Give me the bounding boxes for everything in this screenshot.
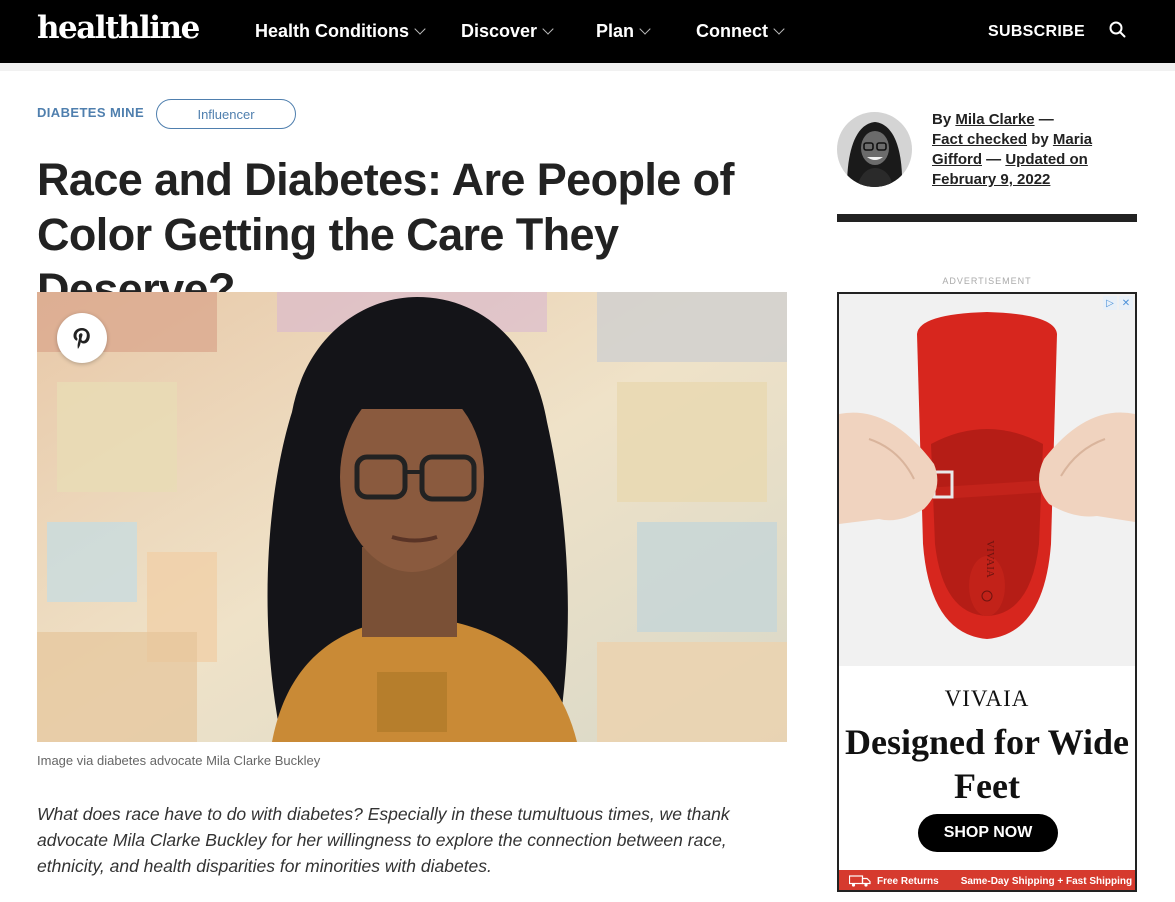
ad-choices-icon[interactable]: ▷ [1103, 296, 1117, 310]
ad-footer-bar: Free Returns Same-Day Shipping + Fast Sh… [839, 870, 1135, 890]
author-byline: By Mila Clarke — Fact checked by Maria G… [932, 110, 1132, 190]
nav-label: Health Conditions [255, 21, 409, 41]
ad-brand: VIVAIA [944, 686, 1030, 711]
article-intro: What does race have to do with diabetes?… [37, 804, 730, 876]
hero-image [37, 292, 787, 742]
shoe-brand-text: VIVAIA [984, 540, 996, 578]
pinterest-icon [73, 328, 90, 349]
dash-separator: — [1038, 111, 1054, 128]
subscribe-button[interactable]: SUBSCRIBE [988, 0, 1085, 63]
chevron-down-icon [542, 22, 554, 35]
ad-close-icon[interactable]: ✕ [1119, 296, 1133, 310]
free-returns-text: Free Returns [877, 875, 939, 887]
nav-plan[interactable]: Plan [596, 0, 651, 63]
header-underbar [0, 63, 1175, 71]
ad-choices[interactable]: ▷ ✕ [1103, 296, 1133, 310]
chevron-down-icon [414, 22, 426, 35]
search-button[interactable] [1106, 18, 1130, 42]
image-caption: Image via diabetes advocate Mila Clarke … [37, 753, 321, 768]
nav-label: Connect [696, 21, 768, 41]
healthline-logo[interactable]: healthline [37, 10, 200, 46]
advertisement-label: ADVERTISEMENT [942, 276, 1032, 286]
ad-shoe-image: VIVAIA ▷ ✕ [839, 294, 1135, 666]
shipping-text: Same-Day Shipping + Fast Shipping [960, 875, 1133, 887]
truck-icon [849, 875, 871, 887]
chevron-down-icon [773, 22, 785, 35]
nav-label: Plan [596, 21, 635, 41]
nav-discover[interactable]: Discover [461, 0, 554, 63]
dash-separator: — [986, 151, 1002, 168]
shop-now-button[interactable]: SHOP NOW [918, 814, 1058, 852]
pinterest-button[interactable] [57, 313, 107, 363]
author-divider [837, 214, 1137, 222]
author-link[interactable]: Mila Clarke [955, 111, 1034, 128]
fact-checked-link[interactable]: Fact checked [932, 131, 1027, 148]
by-label: By [932, 111, 952, 128]
top-nav-bar: healthline Health Conditions Discover Pl… [0, 0, 1175, 63]
nav-health-conditions[interactable]: Health Conditions [255, 0, 426, 63]
search-icon [1109, 21, 1126, 38]
ad-headline: Designed for Wide Feet [844, 722, 1130, 806]
nav-connect[interactable]: Connect [696, 0, 785, 63]
category-link[interactable]: DIABETES MINE [37, 105, 144, 120]
chevron-down-icon [639, 22, 651, 35]
author-avatar[interactable] [837, 112, 912, 187]
influencer-tag[interactable]: Influencer [156, 99, 296, 129]
advertisement-banner[interactable]: VIVAIA ▷ ✕ VIVAIA Designed for Wide Feet… [837, 292, 1137, 892]
nav-label: Discover [461, 21, 538, 41]
by-label: by [1031, 131, 1049, 148]
